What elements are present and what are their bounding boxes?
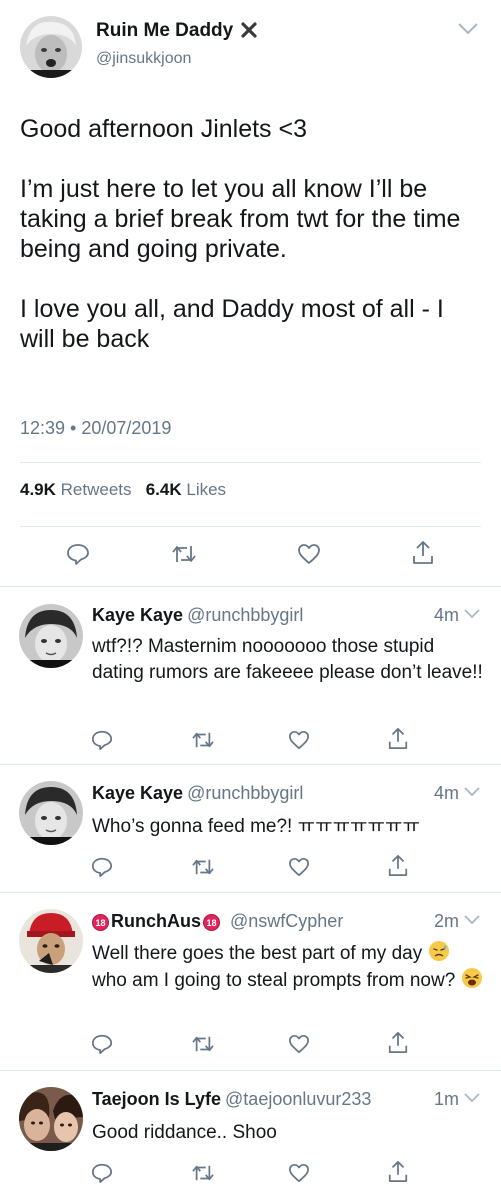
- divider: [20, 526, 481, 527]
- chevron-down-icon[interactable]: [464, 915, 480, 925]
- reply-time: 4m: [433, 783, 459, 803]
- reply-icon[interactable]: [91, 1033, 113, 1055]
- reply-text: wtf?!? Masternim nooooooo those stupid d…: [92, 636, 483, 683]
- retweet-icon[interactable]: [191, 1163, 215, 1183]
- reply-author-name[interactable]: Kaye Kaye: [92, 783, 183, 803]
- like-icon[interactable]: [297, 543, 321, 565]
- share-icon[interactable]: [387, 1031, 409, 1055]
- reply-time: 4m: [433, 605, 459, 625]
- main-tweet: Ruin Me Daddy @jinsukkjoon Good afternoo…: [0, 0, 501, 586]
- retweet-icon[interactable]: [191, 730, 215, 750]
- main-author-name[interactable]: Ruin Me Daddy: [96, 20, 257, 42]
- reply-icon[interactable]: [91, 729, 113, 751]
- reply-actions: [0, 854, 501, 880]
- main-author-handle[interactable]: @jinsukkjoon: [96, 50, 191, 68]
- reply-author-avatar[interactable]: [19, 1087, 83, 1151]
- age-18-badge: 18: [203, 914, 220, 931]
- retweet-icon[interactable]: [171, 543, 197, 565]
- retweet-icon[interactable]: [191, 857, 215, 877]
- verified-x-icon: [241, 22, 257, 38]
- likes-stat[interactable]: 6.4K Likes: [146, 480, 226, 499]
- age-18-badge: 18: [92, 914, 109, 931]
- like-icon[interactable]: [288, 730, 310, 750]
- retweets-count: 4.9K: [20, 480, 56, 499]
- chevron-down-icon[interactable]: [464, 609, 480, 619]
- chevron-down-icon[interactable]: [464, 787, 480, 797]
- reply-time: 2m: [433, 911, 459, 931]
- reply-icon[interactable]: [66, 542, 90, 566]
- reply-actions: [0, 1031, 501, 1057]
- chevron-down-icon[interactable]: [457, 22, 479, 36]
- reply-icon[interactable]: [91, 856, 113, 878]
- reply-text: Good riddance.. Shoo: [92, 1122, 277, 1143]
- weary-emoji: [461, 968, 482, 988]
- main-author-avatar[interactable]: [20, 16, 82, 78]
- main-tweet-text: Good afternoon Jinlets <3 I’m just here …: [20, 114, 485, 384]
- like-icon[interactable]: [288, 1034, 310, 1054]
- retweets-label: Retweets: [60, 480, 132, 499]
- reply-author-handle[interactable]: @runchbbygirl: [187, 605, 303, 625]
- reply-header: Kaye Kaye @runchbbygirl: [92, 605, 303, 626]
- like-icon[interactable]: [288, 857, 310, 877]
- reply-tweet[interactable]: Kaye Kaye @runchbbygirl 4m Who’s gonna fe…: [0, 765, 501, 892]
- like-icon[interactable]: [288, 1163, 310, 1183]
- chevron-down-icon[interactable]: [464, 1093, 480, 1103]
- reply-author-name[interactable]: Taejoon Is Lyfe: [92, 1089, 221, 1109]
- reply-author-avatar[interactable]: [19, 781, 83, 845]
- reply-text: Who’s gonna feed me?! ㅠㅠㅠㅠㅠㅠㅠ: [92, 816, 420, 837]
- reply-actions: [0, 727, 501, 753]
- share-icon[interactable]: [387, 727, 409, 751]
- share-icon[interactable]: [387, 1160, 409, 1184]
- reply-text: Well there goes the best part of my day …: [92, 940, 487, 994]
- tweet-paragraph: Good afternoon Jinlets <3: [20, 115, 307, 143]
- reply-text-part: Well there goes the best part of my day: [92, 943, 423, 964]
- reply-author-avatar[interactable]: [19, 909, 83, 973]
- reply-header: Taejoon Is Lyfe @taejoonluvur233: [92, 1089, 371, 1110]
- share-icon[interactable]: [411, 540, 435, 566]
- retweets-stat[interactable]: 4.9K Retweets: [20, 480, 132, 499]
- sad-sweat-emoji: [428, 941, 449, 961]
- reply-tweet[interactable]: Taejoon Is Lyfe @taejoonluvur233 1m Good …: [0, 1071, 501, 1200]
- reply-actions: [0, 1160, 501, 1186]
- reply-author-avatar[interactable]: [19, 604, 83, 668]
- main-tweet-actions: [0, 538, 501, 568]
- reply-time: 1m: [433, 1089, 459, 1109]
- main-author-name-text: Ruin Me Daddy: [96, 20, 234, 41]
- share-icon[interactable]: [387, 854, 409, 878]
- divider: [20, 462, 481, 463]
- reply-header: Kaye Kaye @runchbbygirl: [92, 783, 303, 804]
- reply-author-handle[interactable]: @taejoonluvur233: [225, 1089, 371, 1109]
- tweet-paragraph: I’m just here to let you all know I’ll b…: [20, 175, 461, 263]
- reply-author-handle[interactable]: @nswfCypher: [230, 911, 343, 931]
- likes-label: Likes: [186, 480, 227, 499]
- likes-count: 6.4K: [145, 480, 182, 499]
- reply-header: 18 RunchAus 18 @nswfCypher: [92, 911, 343, 932]
- reply-author-name[interactable]: Kaye Kaye: [92, 605, 183, 625]
- tweet-paragraph: I love you all, and Daddy most of all - …: [20, 295, 444, 353]
- retweet-icon[interactable]: [191, 1034, 215, 1054]
- reply-author-handle[interactable]: @runchbbygirl: [187, 783, 303, 803]
- reply-tweet[interactable]: 18 RunchAus 18 @nswfCypher 2m Well there go…: [0, 893, 501, 1070]
- reply-tweet[interactable]: Kaye Kaye @runchbbygirl 4m wtf?!? Mastern…: [0, 587, 501, 764]
- reply-text-part: who am I going to steal prompts from now…: [92, 970, 461, 991]
- tweet-timestamp[interactable]: 12:39 • 20/07/2019: [20, 418, 171, 439]
- tweet-stats: 4.9K Retweets 6.4K Likes: [20, 480, 226, 500]
- reply-icon[interactable]: [91, 1162, 113, 1184]
- reply-author-name[interactable]: RunchAus: [111, 911, 201, 931]
